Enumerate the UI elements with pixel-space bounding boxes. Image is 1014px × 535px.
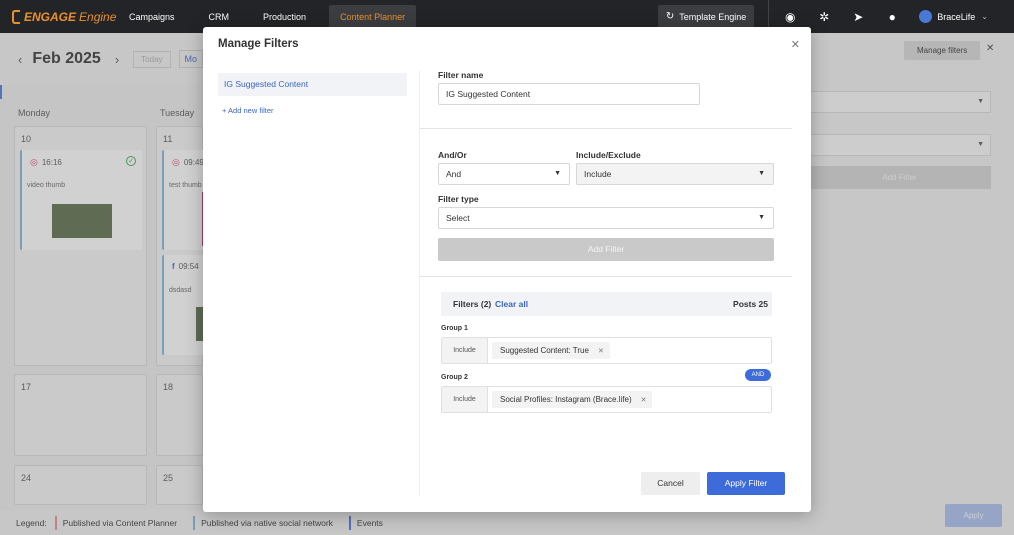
filter-group-row: Include Social Profiles: Instagram (Brac…: [441, 386, 772, 413]
user-menu[interactable]: BraceLife ⌄: [919, 10, 988, 23]
section-divider: [420, 276, 792, 277]
manage-filters-modal: Manage Filters ✕ IG Suggested Content + …: [203, 27, 811, 512]
filter-type-select[interactable]: Select ▼: [438, 207, 774, 229]
user-name: BraceLife: [937, 11, 976, 22]
chevron-down-icon: ▼: [758, 170, 765, 177]
apply-filter-button[interactable]: Apply Filter: [707, 472, 785, 495]
chevron-down-icon: ⌄: [981, 12, 988, 21]
filter-chip: Suggested Content: True ✕: [492, 342, 610, 359]
and-or-select[interactable]: And ▼: [438, 163, 570, 185]
group-mode: Include: [442, 387, 488, 412]
section-divider: [420, 128, 792, 129]
add-new-filter-link[interactable]: + Add new filter: [222, 106, 407, 115]
cancel-button[interactable]: Cancel: [641, 472, 700, 495]
avatar: [919, 10, 933, 23]
close-icon[interactable]: ✕: [791, 38, 800, 51]
refresh-icon: ↻: [665, 11, 675, 22]
filter-chip-label: Social Profiles: Instagram (Brace.life): [500, 395, 632, 404]
filter-type-label: Filter type: [438, 194, 479, 204]
include-exclude-select[interactable]: Include ▼: [576, 163, 774, 185]
logo-bracket-icon: [12, 9, 20, 24]
nav-campaigns[interactable]: Campaigns: [118, 5, 186, 29]
template-engine-button[interactable]: ↻ Template Engine: [657, 4, 755, 29]
settings-gear-icon[interactable]: ✲: [817, 10, 831, 24]
add-filter-button[interactable]: Add Filter: [438, 238, 774, 261]
column-divider: [419, 71, 420, 496]
group-label: Group 2: [441, 374, 468, 381]
and-or-label: And/Or: [438, 150, 467, 160]
nav-production[interactable]: Production: [252, 5, 317, 29]
group-mode: Include: [442, 338, 488, 363]
modal-title: Manage Filters: [218, 38, 299, 50]
eye-icon[interactable]: ◉: [783, 10, 797, 24]
and-badge[interactable]: AND: [745, 369, 771, 381]
chevron-down-icon: ▼: [554, 170, 561, 177]
nav-content-planner[interactable]: Content Planner: [329, 4, 417, 29]
template-engine-label: Template Engine: [679, 11, 747, 22]
posts-count: Posts 25: [733, 299, 768, 309]
remove-chip-icon[interactable]: ✕: [641, 397, 647, 404]
send-icon[interactable]: ➤: [851, 10, 865, 24]
logo-main-text: ENGAGE: [24, 9, 77, 24]
include-exclude-value: Include: [584, 169, 612, 179]
filter-chip: Social Profiles: Instagram (Brace.life) ✕: [492, 391, 653, 408]
filter-group-row: Include Suggested Content: True ✕: [441, 337, 772, 364]
filters-count: Filters (2): [453, 299, 492, 309]
include-exclude-label: Include/Exclude: [576, 150, 641, 160]
nav-crm[interactable]: CRM: [198, 5, 241, 29]
group-label: Group 1: [441, 325, 468, 332]
and-or-value: And: [446, 169, 462, 179]
filters-summary-bar: Filters (2) Clear all Posts 25: [441, 292, 772, 316]
filter-type-value: Select: [446, 213, 470, 223]
saved-filter-item[interactable]: IG Suggested Content: [218, 73, 407, 96]
engage-logo[interactable]: ENGAGE Engine: [12, 9, 118, 24]
filter-name-input[interactable]: IG Suggested Content: [438, 83, 700, 105]
bell-icon[interactable]: ●: [885, 10, 899, 24]
chevron-down-icon: ▼: [758, 214, 765, 221]
remove-chip-icon[interactable]: ✕: [598, 348, 604, 355]
saved-filters-list: IG Suggested Content + Add new filter: [218, 73, 407, 115]
filter-chip-label: Suggested Content: True: [500, 346, 589, 355]
logo-sub-text: Engine: [79, 9, 117, 24]
filter-name-label: Filter name: [438, 70, 484, 80]
clear-all-link[interactable]: Clear all: [495, 299, 528, 309]
